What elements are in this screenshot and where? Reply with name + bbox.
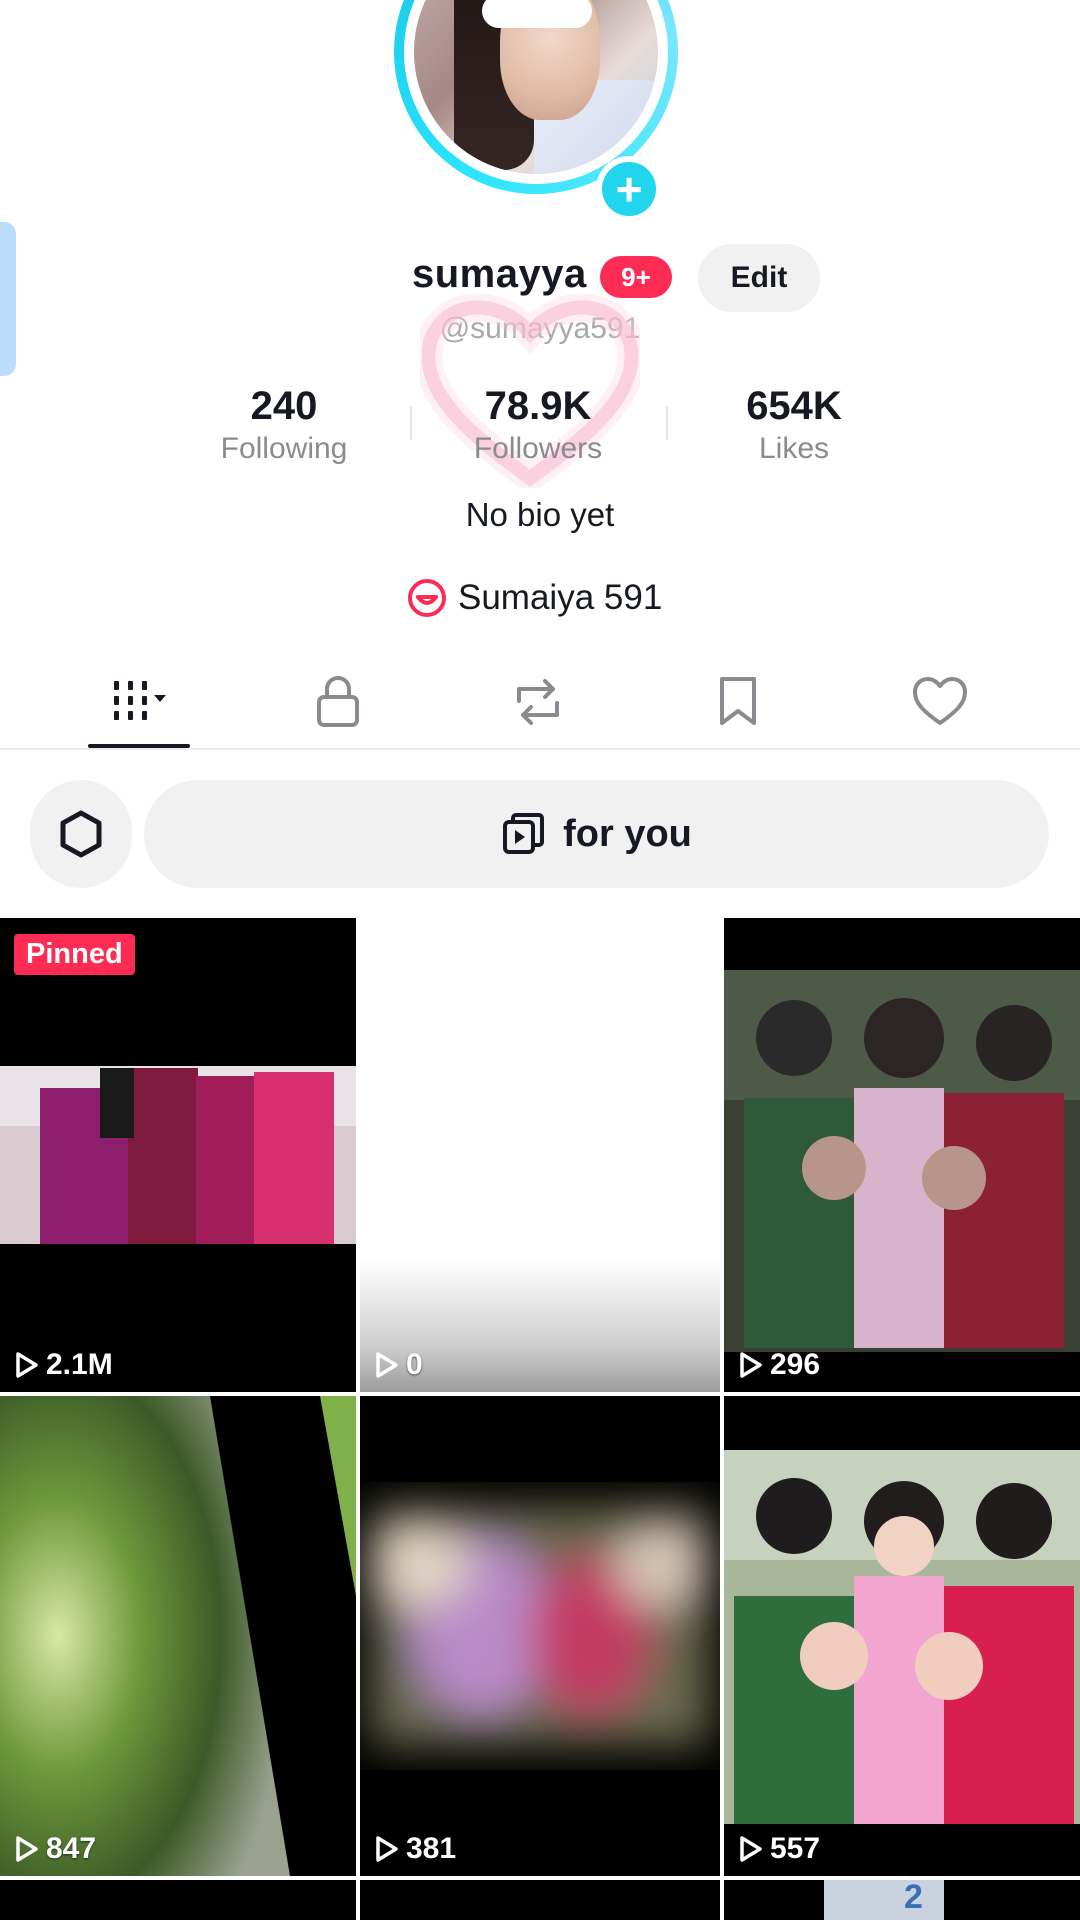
followers-label[interactable]: Followers xyxy=(428,432,648,466)
stat-divider xyxy=(666,406,668,440)
view-count: 557 xyxy=(738,1832,820,1866)
lock-icon xyxy=(317,676,359,727)
video-thumbnail[interactable]: 0 xyxy=(360,918,720,1392)
video-thumbnail[interactable]: 381 xyxy=(360,1396,720,1876)
view-count-text: 847 xyxy=(46,1832,97,1865)
tabs-divider xyxy=(0,748,1080,750)
view-count: 2.1M xyxy=(14,1348,113,1382)
heart-icon xyxy=(913,677,967,725)
view-count: 381 xyxy=(374,1832,456,1866)
profile-bio[interactable]: No bio yet xyxy=(0,496,1080,534)
settings-icon xyxy=(60,810,102,858)
followers-count[interactable]: 78.9K xyxy=(428,384,648,429)
play-icon xyxy=(16,1352,38,1378)
view-count: 847 xyxy=(14,1832,96,1866)
view-count-text: 557 xyxy=(770,1832,821,1865)
pinned-badge: Pinned xyxy=(14,934,135,975)
play-icon xyxy=(376,1836,398,1862)
view-count: 0 xyxy=(374,1348,423,1382)
tab-liked[interactable] xyxy=(900,664,980,740)
tab-videos[interactable] xyxy=(100,664,180,740)
tab-private[interactable] xyxy=(298,664,378,740)
side-edge-tab[interactable] xyxy=(0,222,16,376)
play-icon xyxy=(740,1352,762,1378)
tab-favorites[interactable] xyxy=(698,664,778,740)
view-count-text: 381 xyxy=(406,1832,457,1865)
settings-button[interactable] xyxy=(30,780,132,888)
video-thumbnail[interactable]: 847 xyxy=(0,1396,356,1876)
video-image xyxy=(0,1396,356,1876)
video-thumbnail[interactable] xyxy=(0,1880,356,1920)
stat-divider xyxy=(410,406,412,440)
view-count-text: 296 xyxy=(770,1348,821,1381)
tab-reposts[interactable] xyxy=(498,664,578,740)
avatar-sticker xyxy=(482,0,592,28)
view-count-text: 0 xyxy=(406,1348,423,1381)
video-thumbnail[interactable]: 2 xyxy=(724,1880,1080,1920)
likes-count: 654K xyxy=(746,384,842,428)
play-icon xyxy=(740,1836,762,1862)
repost-icon xyxy=(517,679,559,725)
video-thumbnail[interactable]: Pinned 2.1M xyxy=(0,918,356,1392)
video-thumbnail[interactable]: 557 xyxy=(724,1396,1080,1876)
lemon8-icon xyxy=(408,579,446,617)
video-thumbnail[interactable] xyxy=(360,1880,720,1920)
playlist-icon xyxy=(503,813,545,854)
grid-icon xyxy=(114,681,166,720)
video-image xyxy=(0,1066,356,1244)
following-count[interactable]: 240 xyxy=(174,384,394,429)
video-image xyxy=(724,970,1080,1352)
video-thumbnail[interactable]: 296 xyxy=(724,918,1080,1392)
for-you-label: for you xyxy=(563,812,692,855)
edit-profile-button[interactable]: Edit xyxy=(698,244,820,312)
linked-account-text[interactable]: Sumaiya 591 xyxy=(458,578,662,618)
add-story-button[interactable]: + xyxy=(602,162,656,216)
likes-label: Likes xyxy=(758,432,830,465)
video-image xyxy=(724,1450,1080,1824)
thumbnail-number: 2 xyxy=(904,1880,923,1916)
view-count-text: 2.1M xyxy=(46,1348,113,1381)
view-count: 296 xyxy=(738,1348,820,1382)
for-you-filter-button[interactable]: for you xyxy=(144,780,1049,888)
play-icon xyxy=(16,1836,38,1862)
bookmark-icon xyxy=(720,677,756,725)
following-label[interactable]: Following xyxy=(174,432,394,466)
play-icon xyxy=(376,1352,398,1378)
video-image xyxy=(370,1506,710,1746)
